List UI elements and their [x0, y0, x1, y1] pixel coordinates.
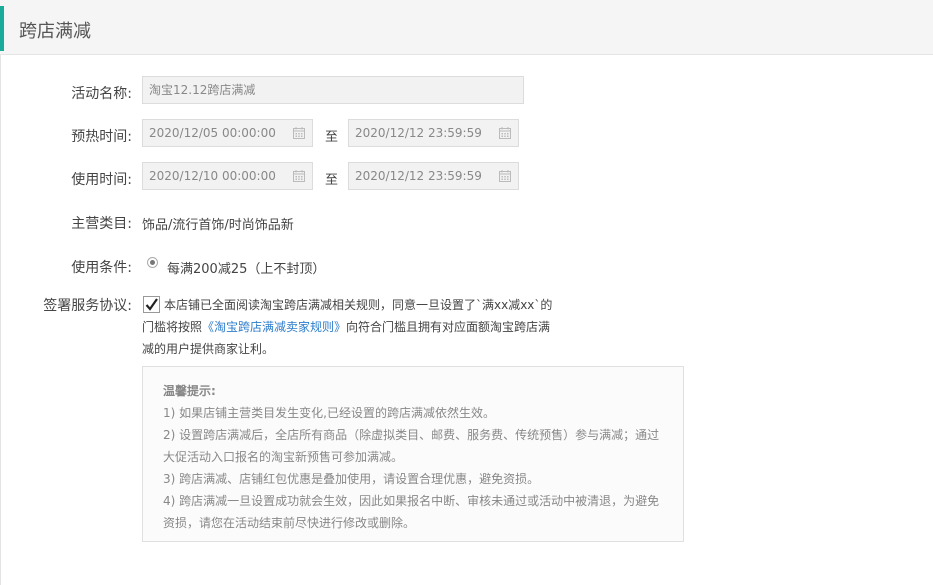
condition-label: 使用条件:	[71, 260, 132, 276]
calendar-icon[interactable]	[293, 170, 305, 182]
tip-item: 1) 如果店铺主营类目发生变化,已经设置的跨店满减依然生效。	[163, 406, 495, 420]
category-value: 饰品/流行首饰/时尚饰品新	[142, 218, 294, 233]
page-left-border	[0, 0, 1, 585]
preheat-time-label: 预热时间:	[71, 129, 132, 145]
usage-separator: 至	[325, 173, 339, 188]
tip-item: 2) 设置跨店满减后，全店所有商品（除虚拟类目、邮费、服务费、传统预售）参与满减…	[163, 428, 660, 464]
condition-option-label: 每满200减25（上不封顶）	[167, 262, 326, 277]
calendar-icon[interactable]	[499, 127, 511, 139]
preheat-end-input[interactable]: 2020/12/12 23:59:59	[348, 119, 519, 147]
activity-name-label: 活动名称:	[71, 86, 132, 102]
preheat-separator: 至	[325, 130, 339, 145]
calendar-icon[interactable]	[293, 127, 305, 139]
condition-radio[interactable]	[147, 257, 158, 268]
tip-item: 3) 跨店满减、店铺红包优惠是叠加使用，请设置合理优惠，避免资损。	[163, 472, 540, 486]
tip-item: 4) 跨店满减一旦设置成功就会生效，因此如果报名中断、审核未通过或活动中被清退，…	[163, 494, 660, 530]
seller-rules-link[interactable]: 《淘宝跨店满减卖家规则》	[202, 320, 346, 334]
tips-box: 温馨提示: 1) 如果店铺主营类目发生变化,已经设置的跨店满减依然生效。 2) …	[142, 366, 684, 542]
agreement-label: 签署服务协议:	[43, 298, 132, 314]
activity-name-input[interactable]: 淘宝12.12跨店满减	[142, 76, 524, 104]
category-label: 主营类目:	[71, 216, 132, 232]
usage-end-input[interactable]: 2020/12/12 23:59:59	[348, 162, 519, 190]
usage-time-label: 使用时间:	[71, 172, 132, 188]
tips-title: 温馨提示:	[163, 384, 216, 398]
header-accent-bar	[0, 6, 4, 51]
calendar-icon[interactable]	[499, 170, 511, 182]
page-header: 跨店满减	[0, 0, 933, 55]
preheat-end-value: 2020/12/12 23:59:59	[355, 126, 482, 140]
usage-start-value: 2020/12/10 00:00:00	[149, 169, 276, 183]
agreement-text: 本店铺已全面阅读淘宝跨店满减相关规则，同意一旦设置了`满xx减xx`的门槛将按照…	[142, 294, 562, 360]
usage-end-value: 2020/12/12 23:59:59	[355, 169, 482, 183]
page-title: 跨店满减	[19, 21, 91, 42]
preheat-start-value: 2020/12/05 00:00:00	[149, 126, 276, 140]
preheat-start-input[interactable]: 2020/12/05 00:00:00	[142, 119, 313, 147]
usage-start-input[interactable]: 2020/12/10 00:00:00	[142, 162, 313, 190]
